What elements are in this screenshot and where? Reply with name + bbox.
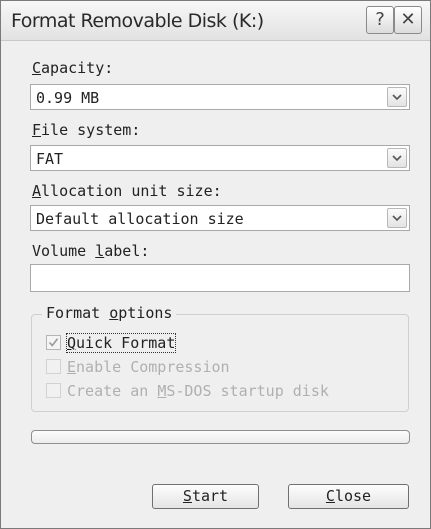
quick-format-label: Quick Format	[65, 333, 177, 353]
msdos-startup-accesskey: M	[157, 382, 167, 400]
format-options-legend-accesskey: o	[109, 304, 119, 322]
start-text: tart	[191, 487, 229, 505]
allocation-unit-select[interactable]: Default allocation size	[30, 205, 410, 231]
close-text: lose	[334, 487, 372, 505]
file-system-label: File system:	[32, 121, 140, 139]
chevron-down-icon	[392, 215, 402, 222]
capacity-select[interactable]: 0.99 MB	[30, 84, 410, 110]
start-button[interactable]: Start	[152, 484, 259, 509]
format-progress-bar	[31, 430, 410, 444]
help-icon: ?	[375, 9, 385, 30]
format-options-legend-text: ptions	[118, 304, 173, 322]
capacity-label-text: apacity:	[41, 59, 114, 77]
msdos-startup-text: S-DOS startup disk	[166, 382, 329, 400]
capacity-label-accesskey: C	[32, 59, 42, 77]
close-icon: ✕	[400, 9, 416, 30]
volume-label-accesskey: l	[95, 242, 105, 260]
enable-compression-text: nable Compression	[76, 358, 230, 376]
volume-label-text: abel:	[104, 242, 150, 260]
capacity-value: 0.99 MB	[36, 89, 100, 107]
allocation-unit-label: Allocation unit size:	[32, 182, 222, 200]
checkmark-icon	[48, 338, 59, 347]
file-system-label-text: ile system:	[41, 121, 141, 139]
format-options-legend: Format options	[42, 304, 177, 322]
allocation-label-text: llocation unit size:	[41, 182, 222, 200]
close-window-button[interactable]: ✕	[394, 6, 422, 34]
close-accesskey: C	[325, 487, 335, 505]
allocation-unit-dropdown-button[interactable]	[387, 208, 407, 228]
quick-format-text: uick Format	[76, 334, 176, 352]
capacity-label: Capacity:	[32, 59, 113, 77]
title-bar[interactable]: Format Removable Disk (K:) ? ✕	[1, 1, 430, 41]
chevron-down-icon	[392, 155, 402, 162]
enable-compression-checkbox-box[interactable]	[46, 359, 61, 374]
volume-label-prefix: Volume	[32, 242, 96, 260]
chevron-down-icon	[392, 94, 402, 101]
help-button[interactable]: ?	[366, 6, 394, 34]
close-button[interactable]: Close	[288, 484, 409, 509]
file-system-dropdown-button[interactable]	[387, 148, 407, 168]
allocation-label-accesskey: A	[32, 182, 42, 200]
volume-label-label: Volume label:	[32, 242, 149, 260]
msdos-startup-checkbox-box[interactable]	[46, 383, 61, 398]
quick-format-checkbox-box[interactable]	[46, 335, 61, 350]
file-system-select[interactable]: FAT	[30, 145, 410, 171]
msdos-startup-prefix: Create an	[67, 382, 158, 400]
window-title: Format Removable Disk (K:)	[11, 10, 264, 32]
file-system-value: FAT	[36, 150, 64, 168]
msdos-startup-label: Create an MS-DOS startup disk	[67, 382, 329, 400]
allocation-unit-value: Default allocation size	[36, 210, 244, 228]
enable-compression-label: Enable Compression	[67, 358, 230, 376]
volume-label-input[interactable]	[30, 264, 410, 292]
start-accesskey: S	[182, 487, 192, 505]
capacity-dropdown-button[interactable]	[387, 87, 407, 107]
quick-format-accesskey: Q	[67, 334, 77, 352]
enable-compression-accesskey: E	[67, 358, 77, 376]
file-system-label-accesskey: F	[32, 121, 42, 139]
format-options-legend-prefix: Format	[46, 304, 110, 322]
